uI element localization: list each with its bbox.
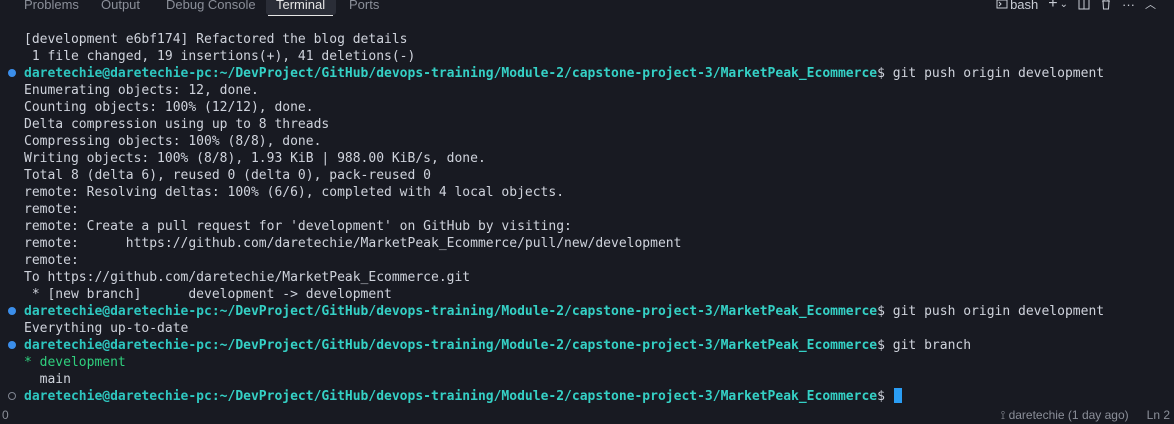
output-line: Total 8 (delta 6), reused 0 (delta 0), p… [0,167,1174,184]
command-text: $ git branch [877,338,972,353]
tab-terminal[interactable]: Terminal [267,0,334,16]
output-line: remote: [0,201,1174,218]
output-line: To https://github.com/daretechie/MarketP… [0,269,1174,286]
terminal-toolbar: bash + ⌄ ··· ︿ [996,0,1174,12]
output-text: remote: [24,202,79,217]
command-status-dot-icon[interactable] [8,341,16,349]
prompt-path: :~/DevProject/GitHub/devops-training/Mod… [211,338,878,353]
output-line: remote: [0,252,1174,269]
prompt-line: daretechie@daretechie-pc:~/DevProject/Gi… [0,65,1174,82]
output-line: 1 file changed, 19 insertions(+), 41 del… [0,48,1174,65]
tab-output[interactable]: Output [101,0,140,13]
prompt-path: :~/DevProject/GitHub/devops-training/Mod… [211,66,878,81]
output-text: * [new branch] development -> developmen… [24,287,392,302]
output-text: Writing objects: 100% (8/8), 1.93 KiB | … [24,151,486,166]
output-text: Delta compression using up to 8 threads [24,117,330,132]
tab-ports[interactable]: Ports [349,0,379,13]
shell-label[interactable]: bash [1010,0,1038,12]
output-text: Everything up-to-date [24,321,189,336]
output-text: Counting objects: 100% (12/12), done. [24,100,314,115]
cursor-position[interactable]: Ln 2 [1147,408,1170,423]
current-branch-text: * development [24,355,126,370]
output-line: [development e6bf174] Refactored the blo… [0,31,1174,48]
status-bar: 0 ⟟ daretechie (1 day ago) Ln 2 [0,406,1174,424]
output-text: remote: [24,253,79,268]
output-line: Delta compression using up to 8 threads [0,116,1174,133]
terminal-cursor[interactable] [893,388,902,403]
output-text: To https://github.com/daretechie/MarketP… [24,270,471,285]
prompt-line: daretechie@daretechie-pc:~/DevProject/Gi… [0,388,1174,405]
command-text: $ [877,389,893,404]
prompt-path: :~/DevProject/GitHub/devops-training/Mod… [211,389,878,404]
output-line: main [0,371,1174,388]
command-status-dot-icon[interactable] [8,307,16,315]
git-commit-icon: ⟟ [1000,408,1009,422]
output-text: remote: https://github.com/daretechie/Ma… [24,236,682,251]
output-text: Compressing objects: 100% (8/8), done. [24,134,322,149]
command-text: $ git push origin development [877,304,1105,319]
prompt-path: :~/DevProject/GitHub/devops-training/Mod… [211,304,878,319]
output-text: Total 8 (delta 6), reused 0 (delta 0), p… [24,168,431,183]
chevron-down-icon[interactable]: ⌄ [1060,0,1068,10]
output-text: main [24,372,71,387]
output-line: Enumerating objects: 12, done. [0,82,1174,99]
command-status-dot-icon[interactable] [8,392,16,400]
split-icon[interactable] [1078,0,1090,10]
tab-debug-console[interactable]: Debug Console [166,0,256,13]
terminal-icon[interactable] [996,0,1008,10]
output-text: remote: Create a pull request for 'devel… [24,219,572,234]
output-line: remote: Create a pull request for 'devel… [0,218,1174,235]
output-line: remote: Resolving deltas: 100% (6/6), co… [0,184,1174,201]
output-line: Writing objects: 100% (8/8), 1.93 KiB | … [0,150,1174,167]
output-line: Counting objects: 100% (12/12), done. [0,99,1174,116]
git-blame-status[interactable]: ⟟ daretechie (1 day ago) [1001,408,1129,423]
panel-tab-bar: Problems Output Debug Console Terminal P… [0,0,1174,16]
prompt-user: daretechie@daretechie-pc [24,338,212,353]
output-line: * [new branch] development -> developmen… [0,286,1174,303]
output-text: [development e6bf174] Refactored the blo… [24,32,408,47]
output-line: Compressing objects: 100% (8/8), done. [0,133,1174,150]
prompt-line: daretechie@daretechie-pc:~/DevProject/Gi… [0,303,1174,320]
output-text: remote: Resolving deltas: 100% (6/6), co… [24,185,565,200]
add-icon[interactable]: + [1048,0,1057,13]
prompt-user: daretechie@daretechie-pc [24,304,212,319]
prompt-user: daretechie@daretechie-pc [24,389,212,404]
trash-icon[interactable] [1100,0,1112,10]
output-text: 1 file changed, 19 insertions(+), 41 del… [24,49,416,64]
chevron-up-icon[interactable]: ︿ [1145,0,1156,12]
command-status-dot-icon[interactable] [8,69,16,77]
prompt-line: daretechie@daretechie-pc:~/DevProject/Gi… [0,337,1174,354]
terminal-output[interactable]: [development e6bf174] Refactored the blo… [0,31,1174,405]
output-line: remote: https://github.com/daretechie/Ma… [0,235,1174,252]
command-text: $ git push origin development [877,66,1105,81]
prompt-user: daretechie@daretechie-pc [24,66,212,81]
output-line: * development [0,354,1174,371]
output-line: Everything up-to-date [0,320,1174,337]
tab-problems[interactable]: Problems [24,0,79,13]
output-text: Enumerating objects: 12, done. [24,83,259,98]
more-icon[interactable]: ··· [1122,0,1135,12]
status-left: 0 [2,408,9,422]
